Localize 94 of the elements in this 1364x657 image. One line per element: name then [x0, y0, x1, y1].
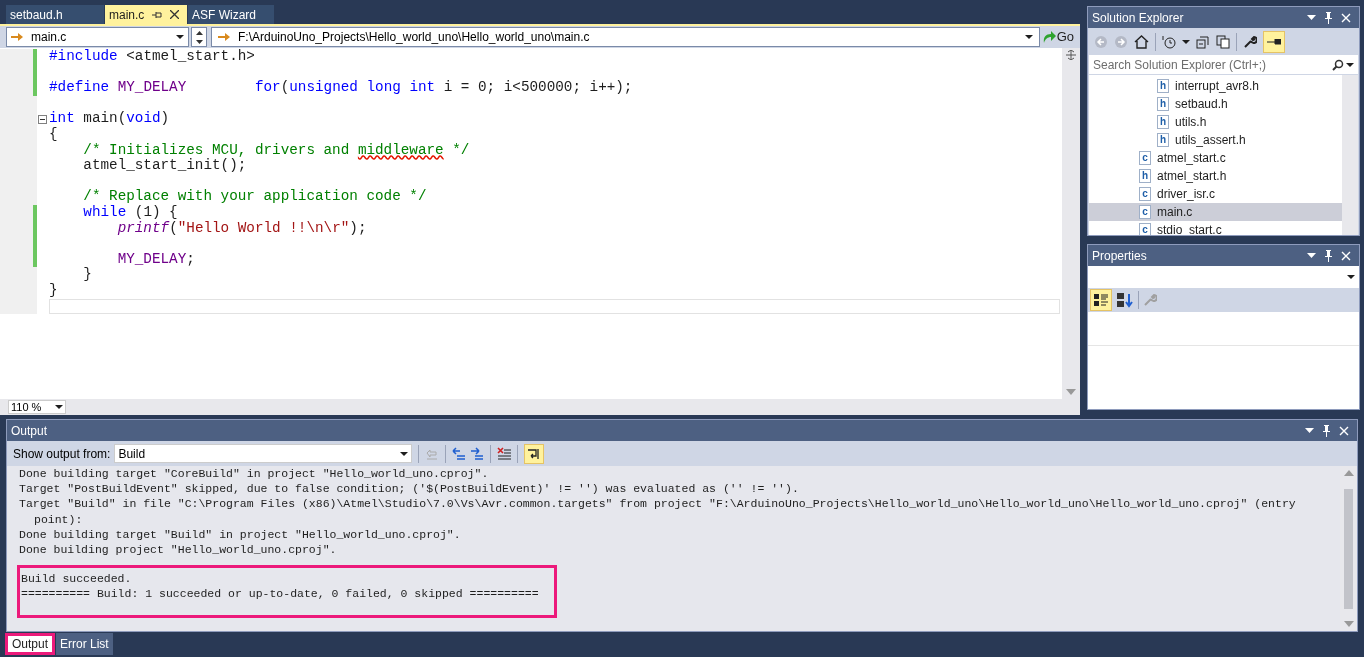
close-icon[interactable] — [170, 10, 180, 19]
file-icon: h — [1157, 79, 1169, 93]
output-line: Done building target "Build" in project "Hello_world_uno.cproj". — [19, 526, 462, 542]
code-line: #include <atmel_start.h> — [49, 49, 255, 65]
toggle-button[interactable] — [1263, 30, 1285, 53]
code-line: } — [82, 267, 92, 283]
file-icon: c — [1139, 151, 1151, 165]
dropdown-caret-icon — [1182, 39, 1190, 44]
arrow-icon — [11, 32, 23, 42]
up-arrow-icon — [195, 30, 203, 35]
wrench-icon — [1143, 293, 1157, 307]
dropdown-caret-icon[interactable] — [1307, 15, 1316, 20]
output-line: Done building target "CoreBuild" in project "Hello_world_uno.cproj". — [19, 466, 490, 482]
pin-icon[interactable] — [1324, 11, 1333, 24]
dropdown-caret-icon — [1347, 275, 1355, 279]
tree-item[interactable]: c main.c — [1089, 203, 1342, 221]
output-line: point): — [33, 511, 84, 527]
panel-title: Solution Explorer — [1092, 9, 1185, 27]
output-line: Build succeeded. — [21, 571, 132, 587]
file-icon: h — [1157, 97, 1169, 111]
file-icon: c — [1139, 205, 1151, 219]
clock-icon[interactable] — [1162, 34, 1176, 49]
tree-item[interactable]: c driver_isr.c — [1089, 185, 1342, 203]
spin-buttons[interactable] — [191, 27, 207, 47]
code-line: while (1) { — [82, 204, 178, 221]
code-line: atmel_start_init(); — [82, 158, 247, 174]
scope-dropdown[interactable]: main.c — [6, 27, 189, 47]
wrench-icon[interactable] — [1243, 34, 1257, 49]
code-line: { — [49, 126, 58, 143]
dropdown-caret-icon — [400, 451, 409, 456]
file-icon: c — [1139, 187, 1151, 201]
previous-message-icon[interactable] — [452, 446, 467, 461]
path-dropdown[interactable]: F:\ArduinoUno_Projects\Hello_world_uno\Hello_world_uno\main.c — [211, 27, 1040, 47]
copy-icon[interactable] — [1216, 34, 1230, 49]
tree-item[interactable]: h utils.h — [1089, 113, 1342, 131]
sort-alphabetical-icon[interactable] — [1116, 292, 1134, 308]
tree-item[interactable]: h interrupt_avr8.h — [1089, 77, 1342, 95]
output-line: Target "Build" in file "C:\Program Files (x86)\Atmel\Studio\7.0\Vs\Avr.common.targets" from project "F:\ArduinoUno_Projects\Hello_world_uno\Hello_world_uno\Hello_world_uno.cproj" (entry — [19, 496, 1297, 512]
zoom-dropdown[interactable]: 110 % — [8, 400, 66, 414]
code-line: printf("Hello World !!\n\r"); — [116, 220, 367, 237]
document-tab[interactable]: ASF Wizard — [188, 5, 274, 24]
code-line: int main(void) — [49, 111, 170, 127]
output-line: Done building project "Hello_world_uno.cproj". — [19, 542, 338, 558]
go-button[interactable]: Go — [1041, 27, 1074, 47]
categorized-icon — [1094, 293, 1108, 307]
home-icon[interactable] — [1134, 34, 1149, 49]
search-field[interactable]: Search Solution Explorer (Ctrl+;) — [1089, 55, 1358, 75]
categorized-button[interactable] — [1090, 289, 1112, 311]
dropdown-caret-icon — [176, 35, 184, 39]
tree-item[interactable]: h setbaud.h — [1089, 95, 1342, 113]
pin-icon[interactable] — [1324, 249, 1333, 262]
arrow-icon — [218, 32, 230, 42]
pin-icon[interactable] — [152, 10, 163, 19]
output-source-dropdown[interactable]: Build — [114, 444, 413, 463]
word-wrap-icon — [527, 447, 542, 460]
file-icon: h — [1139, 169, 1151, 183]
output-source-label: Show output from: — [13, 445, 111, 463]
collapse-all-icon[interactable] — [1196, 34, 1210, 49]
output-line: ========== Build: 1 succeeded or up-to-date, 0 failed, 0 skipped ========== — [21, 586, 539, 602]
output-line: Target "PostBuildEvent" skipped, due to false condition; ('$(PostBuildEvent)' != '') was evaluated as ('' != ''). — [19, 481, 800, 497]
tree-item[interactable]: h utils_assert.h — [1089, 131, 1342, 149]
tree-item[interactable]: h atmel_start.h — [1089, 167, 1342, 185]
tree-item[interactable]: c atmel_start.c — [1089, 149, 1342, 167]
search-icon[interactable] — [1332, 58, 1344, 71]
clear-all-icon[interactable] — [497, 446, 512, 461]
vertical-scrollbar[interactable] — [1062, 48, 1080, 399]
code-line: #define MY_DELAY for(unsigned long int i = 0; i<500000; i++); — [49, 80, 633, 96]
dropdown-caret-icon — [1024, 35, 1033, 39]
panel-title: Properties — [1092, 247, 1148, 265]
collapse-icon[interactable] — [38, 114, 47, 124]
dropdown-caret-icon[interactable] — [1307, 253, 1316, 258]
code-line: /* Replace with your application code */ — [82, 189, 427, 205]
word-wrap-button[interactable] — [524, 443, 545, 464]
panel-tab[interactable]: Output — [5, 633, 56, 655]
down-arrow-icon — [195, 39, 203, 44]
document-tab[interactable]: setbaud.h — [6, 5, 104, 24]
curved-arrow-icon — [1041, 30, 1056, 44]
next-message-icon[interactable] — [470, 446, 485, 461]
code-line: } — [49, 282, 58, 299]
dropdown-caret-icon — [55, 405, 63, 409]
pin-icon — [1267, 38, 1281, 45]
panel-tab[interactable]: Error List — [56, 633, 113, 655]
file-icon: c — [1139, 223, 1151, 235]
panel-title: Output — [11, 422, 49, 440]
dropdown-caret-icon[interactable] — [1305, 428, 1314, 433]
file-icon: h — [1157, 115, 1169, 129]
split-icon[interactable] — [1066, 50, 1076, 60]
document-tab[interactable]: main.c — [105, 5, 187, 24]
file-icon: h — [1157, 133, 1169, 147]
code-line: /* Initializes MCU, drivers and middleware */ — [82, 142, 470, 158]
dropdown-caret-icon — [1346, 62, 1354, 67]
vertical-scrollbar[interactable] — [1342, 75, 1358, 235]
pin-icon[interactable] — [1322, 424, 1331, 437]
code-line: MY_DELAY; — [116, 251, 195, 268]
